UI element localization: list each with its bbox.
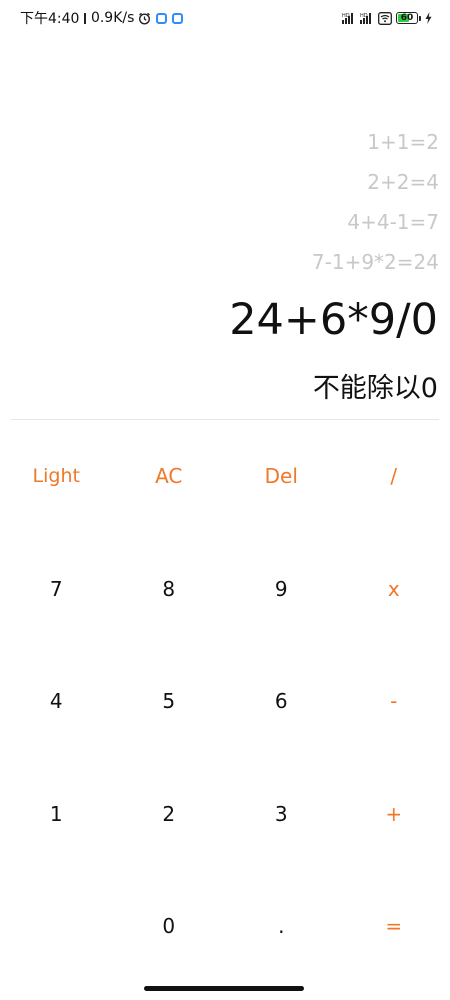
app-notification-icon: [172, 12, 184, 24]
digit-2-button[interactable]: 2: [113, 758, 226, 871]
status-right: HD HD 60: [342, 10, 432, 26]
history-item[interactable]: 4+4-1=7: [312, 202, 439, 242]
digit-0-button[interactable]: 0: [113, 870, 226, 983]
empty-key: [0, 870, 113, 983]
digit-5-button[interactable]: 5: [113, 645, 226, 758]
app-notification-icon: [156, 12, 168, 24]
theme-toggle-button[interactable]: Light: [0, 420, 113, 533]
alarm-icon: [138, 12, 151, 25]
svg-text:HD: HD: [360, 13, 368, 19]
digit-3-button[interactable]: 3: [225, 758, 338, 871]
calculation-history: 1+1=2 2+2=4 4+4-1=7 7-1+9*2=24: [312, 122, 439, 282]
wifi-icon: [378, 11, 392, 25]
clear-all-button[interactable]: AC: [113, 420, 226, 533]
digit-6-button[interactable]: 6: [225, 645, 338, 758]
multiply-button[interactable]: x: [338, 533, 450, 646]
signal-icon: HD: [342, 12, 356, 24]
history-item[interactable]: 1+1=2: [312, 122, 439, 162]
current-expression: 24+6*9/0: [229, 295, 438, 345]
battery-level: 60: [400, 13, 414, 23]
decimal-point-button[interactable]: .: [225, 870, 338, 983]
subtract-button[interactable]: -: [338, 645, 450, 758]
delete-button[interactable]: Del: [225, 420, 338, 533]
svg-text:HD: HD: [342, 13, 350, 19]
digit-9-button[interactable]: 9: [225, 533, 338, 646]
home-indicator[interactable]: [144, 986, 304, 991]
divide-button[interactable]: /: [338, 420, 450, 533]
digit-7-button[interactable]: 7: [0, 533, 113, 646]
digit-1-button[interactable]: 1: [0, 758, 113, 871]
equals-button[interactable]: =: [338, 870, 450, 983]
charging-icon: [425, 12, 432, 24]
network-speed: 0.9K/s: [90, 10, 135, 26]
status-bar: 下午4:40 0.9K/s HD HD 60: [0, 0, 450, 36]
history-item[interactable]: 7-1+9*2=24: [312, 242, 439, 282]
add-button[interactable]: +: [338, 758, 450, 871]
history-item[interactable]: 2+2=4: [312, 162, 439, 202]
status-left: 下午4:40 0.9K/s: [20, 9, 184, 27]
digit-4-button[interactable]: 4: [0, 645, 113, 758]
signal-icon: HD: [360, 12, 374, 24]
result-text: 不能除以0: [312, 373, 438, 404]
status-time: 下午4:40: [20, 11, 80, 27]
battery-icon: 60: [396, 12, 421, 24]
keypad: Light AC Del / 7 8 9 x 4 5 6 - 1 2 3 + 0…: [0, 420, 450, 984]
status-separator: [84, 12, 86, 24]
digit-8-button[interactable]: 8: [113, 533, 226, 646]
